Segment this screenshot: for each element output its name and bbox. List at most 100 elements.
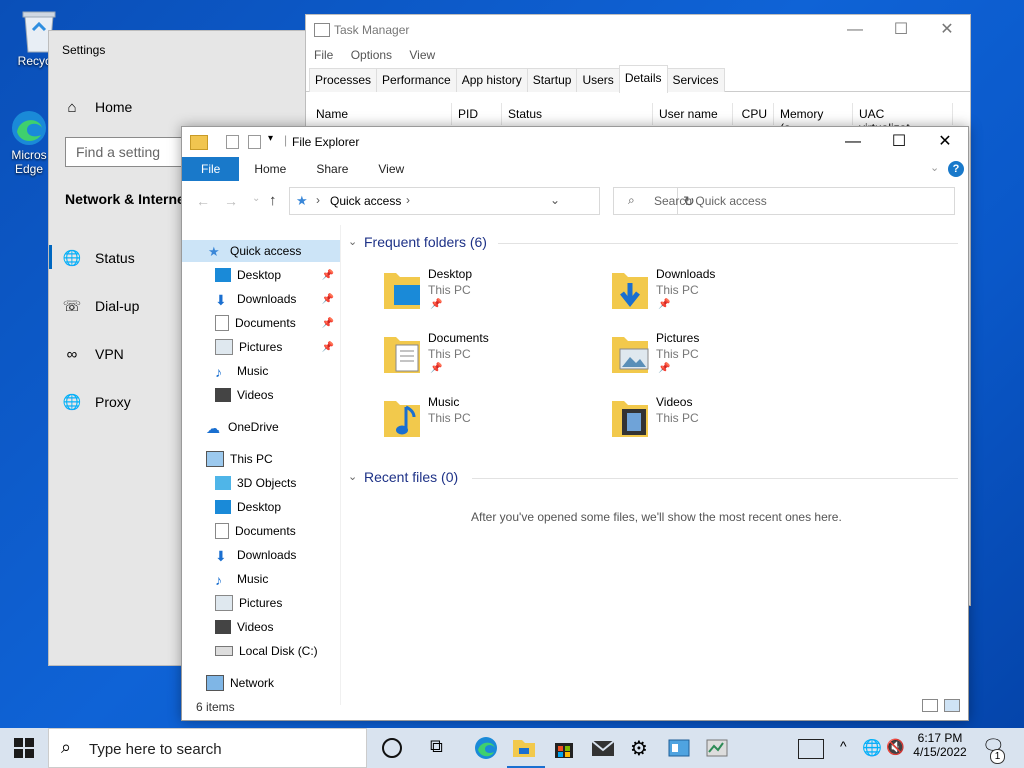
folder-music[interactable]: Music This PC — [382, 395, 602, 451]
close-button[interactable]: ✕ — [922, 127, 968, 157]
properties-icon[interactable] — [226, 135, 239, 149]
tab-app-history[interactable]: App history — [455, 68, 528, 92]
settings-item-label: Status — [95, 250, 135, 266]
folder-location: This PC — [428, 347, 471, 361]
folder-desktop[interactable]: Desktop This PC 📌 — [382, 267, 602, 323]
nav-qa-documents[interactable]: Documents 📌 — [182, 312, 340, 334]
up-arrow-icon[interactable]: ↑ — [269, 192, 277, 209]
new-folder-icon[interactable] — [248, 135, 261, 149]
nav-onedrive[interactable]: ☁ OneDrive — [182, 416, 340, 438]
control-panel-icon[interactable] — [667, 736, 691, 760]
nav-qa-videos[interactable]: Videos — [182, 384, 340, 406]
nav-network[interactable]: Network — [182, 672, 340, 694]
minimize-button[interactable]: — — [830, 127, 876, 157]
menu-view[interactable]: View — [409, 48, 435, 62]
task-view-icon[interactable]: ⧉ — [430, 736, 454, 760]
settings-gear-icon[interactable]: ⚙ — [630, 736, 654, 760]
tab-users[interactable]: Users — [576, 68, 620, 92]
nav-qa-downloads[interactable]: ⬇ Downloads 📌 — [182, 288, 340, 310]
expand-ribbon-icon[interactable]: ⌄ — [930, 161, 939, 174]
frequent-folders-header[interactable]: Frequent folders (6) — [364, 234, 487, 250]
ribbon-tab-home[interactable]: Home — [239, 157, 301, 181]
menu-options[interactable]: Options — [351, 48, 392, 62]
volume-muted-icon[interactable]: 🔇 — [886, 738, 905, 756]
nav-pc-desktop[interactable]: Desktop — [182, 496, 340, 518]
ribbon-tab-file[interactable]: File — [182, 157, 240, 181]
nav-qa-music[interactable]: ♪ Music — [182, 360, 340, 382]
document-icon — [215, 315, 229, 331]
help-icon[interactable]: ? — [948, 161, 964, 177]
keyboard-icon[interactable] — [798, 739, 824, 759]
clock[interactable]: 6:17 PM 4/15/2022 — [912, 731, 968, 759]
folder-videos[interactable]: Videos This PC — [610, 395, 830, 451]
edge-taskbar-icon[interactable] — [474, 736, 498, 760]
nav-pc-local-disk[interactable]: Local Disk (C:) — [182, 640, 340, 662]
settings-item-label: Dial-up — [95, 298, 140, 314]
start-button[interactable] — [14, 738, 34, 761]
tab-processes[interactable]: Processes — [309, 68, 378, 92]
tab-performance[interactable]: Performance — [376, 68, 457, 92]
settings-home[interactable]: ⌂ Home — [49, 87, 319, 127]
mail-icon[interactable] — [590, 736, 615, 760]
recent-locations-icon[interactable]: ⌄ — [252, 193, 260, 204]
address-bar[interactable]: ★ › Quick access › ⌄ ↻ — [289, 187, 695, 215]
folder-name: Desktop — [428, 267, 473, 281]
nav-pc-videos[interactable]: Videos — [182, 616, 340, 638]
nav-pc-music[interactable]: ♪ Music — [182, 568, 340, 590]
videos-folder-icon — [610, 395, 650, 439]
search-quick-access-input[interactable]: ⌕ Search Quick access — [613, 187, 955, 215]
taskbar-search-box[interactable]: ⌕ Type here to search — [48, 728, 367, 768]
column-user-name[interactable]: User name — [653, 103, 733, 125]
show-hidden-icons-chevron[interactable]: ^ — [840, 738, 847, 754]
details-view-icon[interactable] — [922, 699, 938, 712]
nav-this-pc[interactable]: This PC — [182, 448, 340, 470]
nav-pc-pictures[interactable]: Pictures — [182, 592, 340, 614]
close-button[interactable]: ✕ — [924, 15, 970, 45]
task-manager-taskbar-icon[interactable] — [705, 736, 729, 760]
quick-access-dropdown-icon[interactable]: ▾ — [268, 133, 273, 144]
column-memory[interactable]: Memory (a... — [774, 103, 853, 135]
column-status[interactable]: Status — [502, 103, 653, 125]
folder-downloads[interactable]: Downloads This PC 📌 — [610, 267, 830, 323]
globe-icon: 🌐 — [62, 250, 82, 267]
nav-label: OneDrive — [228, 420, 279, 434]
tab-services[interactable]: Services — [666, 68, 725, 92]
network-globe-icon[interactable]: 🌐 — [862, 738, 882, 758]
ribbon-tab-view[interactable]: View — [363, 157, 419, 181]
file-explorer-taskbar-icon[interactable] — [511, 736, 537, 760]
maximize-button[interactable]: ☐ — [878, 15, 924, 45]
pictures-folder-icon — [610, 331, 650, 375]
column-uac[interactable]: UAC virtualizat... — [853, 103, 953, 135]
collapse-chevron-icon[interactable]: ⌄ — [348, 235, 357, 248]
address-dropdown-icon[interactable]: ⌄ — [550, 193, 560, 207]
forward-arrow-icon[interactable]: → — [224, 193, 238, 209]
ribbon-tab-share[interactable]: Share — [301, 157, 363, 181]
tab-details[interactable]: Details — [618, 65, 668, 93]
large-icons-view-icon[interactable] — [944, 699, 960, 712]
nav-pc-documents[interactable]: Documents — [182, 520, 340, 542]
nav-quick-access[interactable]: ★ Quick access — [182, 240, 340, 262]
task-manager-title: Task Manager — [334, 23, 410, 37]
column-cpu[interactable]: CPU — [733, 103, 774, 125]
folder-documents[interactable]: Documents This PC 📌 — [382, 331, 602, 387]
pin-icon: 📌 — [430, 299, 443, 310]
column-pid[interactable]: PID — [452, 103, 502, 125]
nav-pc-3d-objects[interactable]: 3D Objects — [182, 472, 340, 494]
desktop-icon — [215, 268, 231, 282]
tab-startup[interactable]: Startup — [526, 68, 578, 92]
collapse-chevron-icon[interactable]: ⌄ — [348, 470, 357, 483]
nav-qa-desktop[interactable]: Desktop 📌 — [182, 264, 340, 286]
store-icon[interactable] — [552, 736, 576, 760]
nav-qa-pictures[interactable]: Pictures 📌 — [182, 336, 340, 358]
cortana-icon[interactable] — [382, 738, 402, 758]
breadcrumb-chevron-icon[interactable]: › — [406, 193, 410, 207]
maximize-button[interactable]: ☐ — [876, 127, 922, 157]
menu-file[interactable]: File — [314, 48, 333, 62]
nav-pc-downloads[interactable]: ⬇ Downloads — [182, 544, 340, 566]
nav-label: Videos — [237, 388, 274, 402]
back-arrow-icon[interactable]: ← — [196, 193, 210, 209]
column-name[interactable]: Name — [306, 103, 452, 125]
folder-pictures[interactable]: Pictures This PC 📌 — [610, 331, 830, 387]
recent-files-header[interactable]: Recent files (0) — [364, 469, 458, 485]
minimize-button[interactable]: — — [832, 15, 878, 45]
